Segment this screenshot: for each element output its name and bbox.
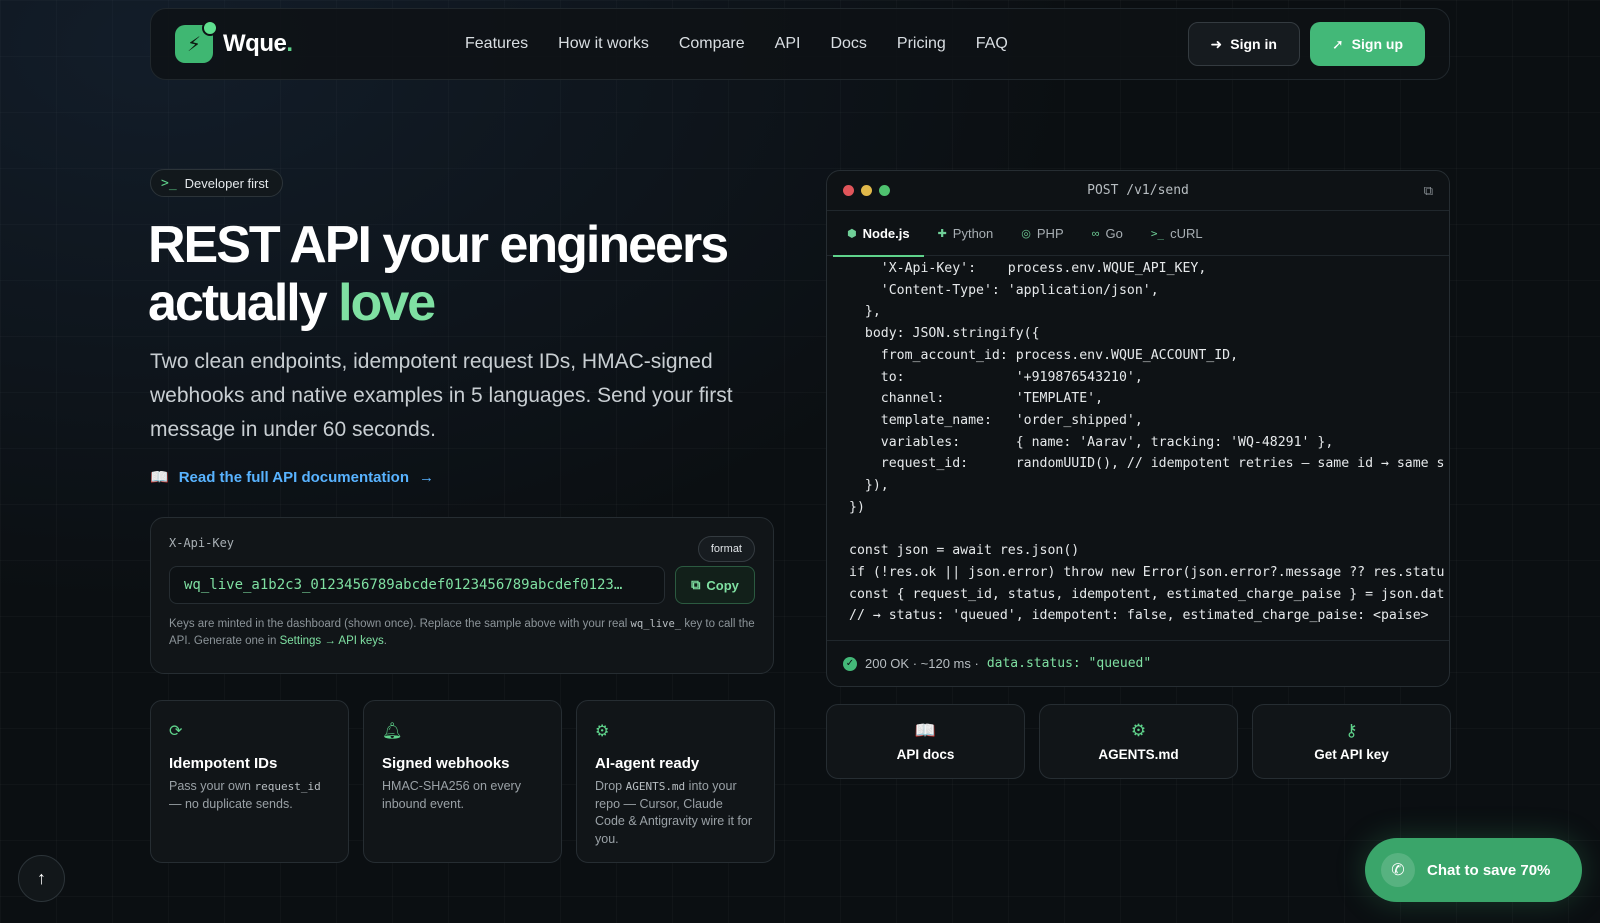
api-key-label: X-Api-Key	[169, 536, 235, 550]
language-tabs: ⬢ Node.js ✚ Python ◎ PHP ∞ Go >_ cURL	[827, 211, 1449, 257]
status-text: 200 OK · ~120 ms ·	[865, 656, 979, 671]
feature-desc: Drop AGENTS.md into your repo — Cursor, …	[595, 779, 753, 846]
nav-link-compare[interactable]: Compare	[679, 35, 745, 53]
code-panel-header: POST /v1/send ⧉	[827, 171, 1449, 211]
sign-in-icon: ➜	[1210, 35, 1223, 52]
rocket-icon: ➚	[1331, 35, 1344, 52]
feature-title: Idempotent IDs	[169, 755, 278, 772]
nav-link-api[interactable]: API	[775, 35, 801, 53]
book-icon: 📖	[150, 469, 169, 486]
copy-label: Copy	[706, 577, 739, 593]
chat-to-save-button[interactable]: ✆ Chat to save 70%	[1365, 838, 1582, 902]
api-key-field[interactable]: wq_live_a1b2c3_0123456789abcdef012345678…	[169, 566, 665, 604]
endpoint-title: POST /v1/send	[1087, 183, 1189, 198]
hero-title-accent: love	[338, 274, 436, 332]
tab-curl[interactable]: >_ cURL	[1137, 211, 1217, 256]
nav-link-docs[interactable]: Docs	[830, 35, 866, 53]
bell-icon: 🔔︎	[382, 723, 403, 740]
code-block[interactable]: 'X-Api-Key': process.env.WQUE_API_KEY, '…	[827, 256, 1449, 640]
nav-link-pricing[interactable]: Pricing	[897, 35, 946, 53]
sign-up-label: Sign up	[1351, 36, 1403, 52]
check-circle-icon: ✓	[843, 656, 857, 671]
terminal-icon: >_	[161, 175, 177, 191]
sign-up-button[interactable]: ➚ Sign up	[1309, 22, 1425, 66]
feature-desc: Pass your own request_id — no duplicate …	[169, 779, 321, 811]
api-key-note: Keys are minted in the dashboard (shown …	[169, 618, 755, 647]
php-icon: ◎	[1021, 228, 1031, 240]
scroll-to-top-button[interactable]: ↑	[18, 855, 65, 902]
quick-link-get-api-key[interactable]: ⚷ Get API key	[1252, 704, 1451, 779]
nav-link-how-it-works[interactable]: How it works	[558, 35, 649, 53]
nav-actions: ➜ Sign in ➚ Sign up	[1187, 22, 1425, 66]
feature-ai-agent-ready: ⚙ AI-agent ready Drop AGENTS.md into you…	[576, 700, 775, 863]
response-status-bar: ✓ 200 OK · ~120 ms · data.status: "queue…	[827, 640, 1449, 686]
arrow-up-icon: ↑	[37, 868, 46, 888]
tab-php[interactable]: ◎ PHP	[1007, 211, 1077, 256]
top-navbar: ⚡ Wque. Features How it works Compare AP…	[150, 8, 1450, 80]
brand-name: Wque.	[223, 30, 293, 57]
nav-link-features[interactable]: Features	[465, 35, 528, 53]
lightning-logo-icon: ⚡	[175, 20, 218, 63]
chat-label: Chat to save 70%	[1427, 861, 1551, 879]
tab-nodejs[interactable]: ⬢ Node.js	[833, 211, 924, 257]
tab-python[interactable]: ✚ Python	[924, 211, 1008, 256]
tab-go[interactable]: ∞ Go	[1078, 211, 1137, 256]
format-button[interactable]: format	[697, 536, 755, 562]
feature-title: Signed webhooks	[382, 755, 510, 772]
api-docs-link[interactable]: 📖 Read the full API documentation →	[150, 468, 434, 487]
sign-in-label: Sign in	[1230, 36, 1277, 52]
key-icon: ⚷	[1345, 721, 1358, 740]
brand-logo[interactable]: ⚡ Wque.	[175, 20, 465, 63]
status-data: data.status: "queued"	[986, 656, 1152, 671]
hero-subtitle: Two clean endpoints, idempotent request …	[150, 350, 733, 441]
feature-signed-webhooks: 🔔︎ Signed webhooks HMAC-SHA256 on every …	[363, 700, 562, 863]
nodejs-icon: ⬢	[847, 228, 857, 240]
whatsapp-icon: ✆	[1381, 853, 1415, 887]
quick-link-api-docs[interactable]: 📖 API docs	[826, 704, 1025, 779]
feature-idempotent-ids: ⟳ Idempotent IDs Pass your own request_i…	[150, 700, 349, 863]
hero-title-line2: actually love	[148, 274, 436, 332]
feature-desc: HMAC-SHA256 on every inbound event.	[382, 779, 521, 811]
terminal-icon: >_	[1150, 227, 1165, 240]
api-key-card: X-Api-Key format wq_live_a1b2c3_01234567…	[150, 517, 774, 674]
hero-title-line1: REST API your engineers	[148, 216, 729, 274]
robot-icon: ⚙	[1130, 721, 1147, 740]
copy-code-icon[interactable]: ⧉	[1424, 183, 1433, 199]
code-example-panel: POST /v1/send ⧉ ⬢ Node.js ✚ Python ◎ PHP ∞ G…	[826, 170, 1450, 687]
copy-icon: ⧉	[691, 577, 701, 592]
sign-in-button[interactable]: ➜ Sign in	[1187, 22, 1300, 66]
api-docs-link-label: Read the full API documentation	[178, 468, 409, 486]
hero-title: REST API your engineers actually love	[148, 216, 788, 332]
copy-key-button[interactable]: ⧉ Copy	[675, 566, 755, 604]
quick-link-agents-md[interactable]: ⚙ AGENTS.md	[1039, 704, 1238, 779]
feature-title: AI-agent ready	[595, 755, 700, 772]
python-icon: ✚	[937, 228, 947, 240]
book-open-icon: 📖	[914, 721, 937, 740]
go-icon: ∞	[1091, 227, 1100, 240]
robot-icon: ⚙	[595, 723, 610, 740]
feature-cards: ⟳ Idempotent IDs Pass your own request_i…	[150, 700, 775, 863]
badge-label: Developer first	[184, 175, 269, 191]
quick-links: 📖 API docs ⚙ AGENTS.md ⚷ Get API key	[826, 704, 1451, 779]
arrow-right-icon: →	[418, 468, 434, 486]
developer-first-badge: >_ Developer first	[150, 169, 284, 197]
refresh-icon: ⟳	[169, 723, 183, 740]
settings-api-keys-link[interactable]: Settings → API keys	[280, 635, 384, 647]
nav-links: Features How it works Compare API Docs P…	[465, 35, 1188, 53]
nav-link-faq[interactable]: FAQ	[976, 35, 1008, 53]
